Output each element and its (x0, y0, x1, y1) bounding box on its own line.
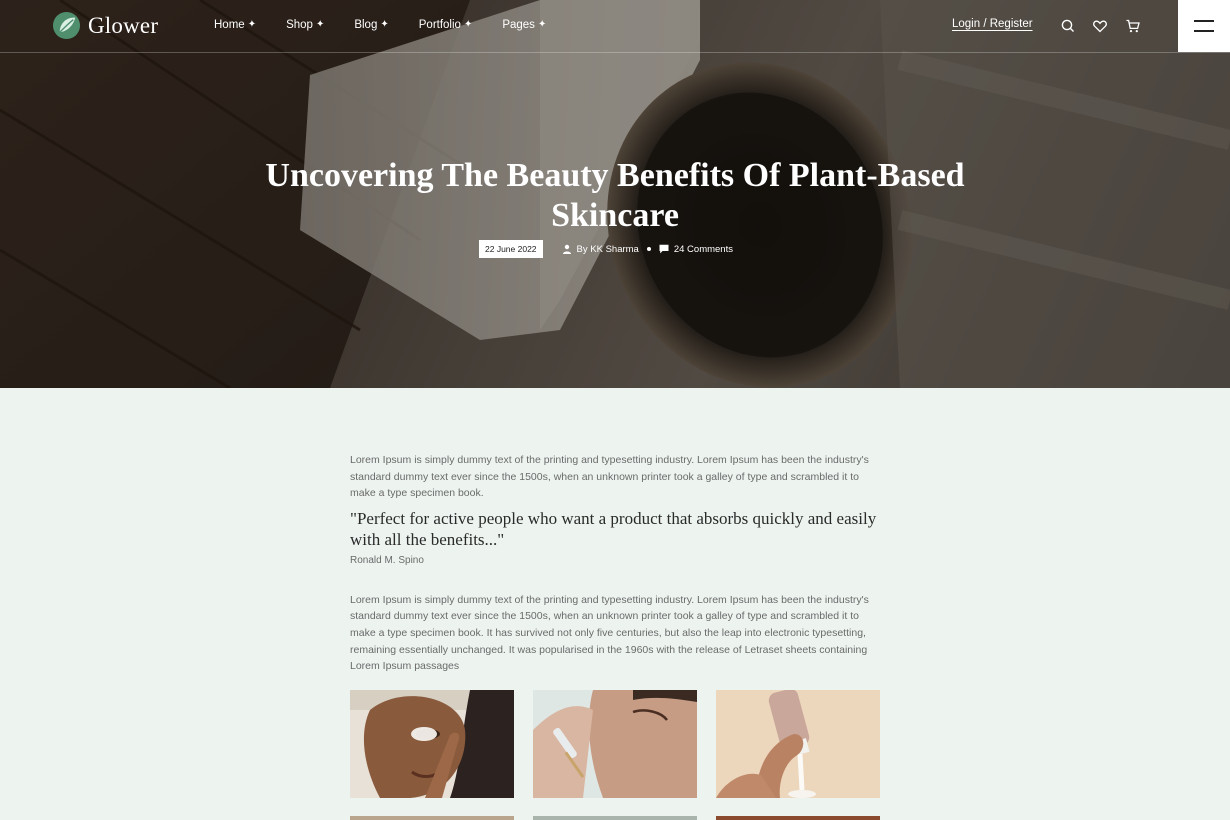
gallery-image[interactable] (716, 816, 880, 820)
article-body: Lorem Ipsum is simply dummy text of the … (350, 452, 880, 675)
menu-icon (1194, 20, 1214, 22)
sparkle-icon: ✦ (380, 19, 389, 30)
article-image-gallery-row-2 (350, 816, 880, 820)
nav-item-pages[interactable]: Pages ✦ (502, 19, 546, 31)
post-comments-count[interactable]: 24 Comments (674, 244, 733, 255)
site-header: Glower Home ✦ Shop ✦ Blog ✦ Portfolio ✦ … (0, 0, 1230, 53)
sparkle-icon: ✦ (315, 19, 325, 30)
menu-toggle-button[interactable] (1178, 0, 1230, 52)
gallery-photo (533, 690, 697, 798)
sparkle-icon: ✦ (537, 19, 547, 30)
login-register-link[interactable]: Login / Register (952, 18, 1033, 30)
gallery-image-woman-applying-cream[interactable] (350, 690, 514, 798)
article-blockquote: "Perfect for active people who want a pr… (350, 508, 877, 549)
post-date-badge: 22 June 2022 (479, 240, 543, 258)
article-body-paragraph: Lorem Ipsum is simply dummy text of the … (350, 593, 869, 673)
nav-item-home[interactable]: Home ✦ (214, 19, 256, 31)
gallery-image[interactable] (350, 816, 514, 820)
user-icon (562, 244, 571, 254)
gallery-image-serum-dropper[interactable] (533, 690, 697, 798)
nav-item-label: Blog (354, 19, 378, 31)
article-intro-paragraph: Lorem Ipsum is simply dummy text of the … (350, 454, 869, 500)
sparkle-icon: ✦ (463, 19, 473, 30)
cart-icon[interactable] (1125, 18, 1141, 34)
heart-icon[interactable] (1092, 18, 1108, 34)
sparkle-icon: ✦ (247, 19, 257, 30)
leaf-logo-icon (52, 11, 81, 40)
gallery-image[interactable] (533, 816, 697, 820)
post-title: Uncovering The Beauty Benefits Of Plant-… (265, 157, 965, 234)
nav-item-label: Shop (286, 19, 313, 31)
site-logo[interactable]: Glower (52, 11, 158, 40)
nav-item-label: Pages (502, 19, 535, 31)
gallery-photo (716, 690, 880, 798)
logo-text: Glower (88, 12, 159, 38)
nav-item-portfolio[interactable]: Portfolio ✦ (419, 19, 473, 31)
comment-icon (659, 244, 669, 254)
nav-item-blog[interactable]: Blog ✦ (354, 19, 388, 31)
main-navigation: Home ✦ Shop ✦ Blog ✦ Portfolio ✦ Pages ✦ (214, 19, 576, 31)
nav-item-label: Portfolio (418, 19, 461, 31)
search-icon[interactable] (1060, 18, 1076, 34)
gallery-image-lotion-bottle[interactable] (716, 690, 880, 798)
quote-author: Ronald M. Spino (350, 554, 424, 566)
nav-item-label: Home (214, 19, 245, 31)
nav-item-shop[interactable]: Shop ✦ (286, 19, 324, 31)
gallery-photo (350, 690, 514, 798)
article-image-gallery (350, 690, 880, 798)
post-author[interactable]: By KK Sharma (577, 244, 639, 255)
meta-separator (646, 247, 651, 251)
post-meta: 22 June 2022 By KK Sharma 24 Comments (479, 240, 733, 258)
menu-icon-line (1194, 30, 1214, 32)
